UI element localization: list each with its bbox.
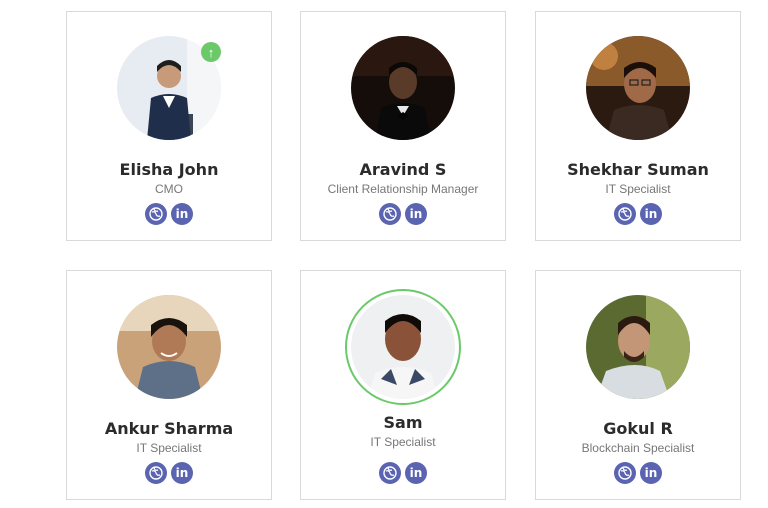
- globe-icon: [618, 466, 632, 480]
- linkedin-icon: in: [409, 466, 423, 480]
- website-link[interactable]: [379, 203, 401, 225]
- member-name: Aravind S: [359, 160, 447, 179]
- social-links: in: [379, 203, 427, 225]
- linkedin-icon: in: [409, 207, 423, 221]
- linkedin-icon: in: [175, 466, 189, 480]
- member-role: CMO: [155, 182, 183, 196]
- team-card: Gokul R Blockchain Specialist in: [535, 270, 741, 500]
- member-role: IT Specialist: [605, 182, 671, 196]
- linkedin-link[interactable]: in: [405, 462, 427, 484]
- globe-icon: [149, 207, 163, 221]
- member-role: IT Specialist: [370, 435, 436, 449]
- social-links: in: [145, 462, 193, 484]
- social-links: in: [614, 203, 662, 225]
- website-link[interactable]: [145, 462, 167, 484]
- team-card: Ankur Sharma IT Specialist in: [66, 270, 272, 500]
- linkedin-icon: in: [644, 466, 658, 480]
- globe-icon: [383, 207, 397, 221]
- member-name: Gokul R: [603, 419, 673, 438]
- team-card: Shekhar Suman IT Specialist in: [535, 11, 741, 241]
- avatar: [351, 36, 455, 140]
- linkedin-icon: in: [175, 207, 189, 221]
- website-link[interactable]: [614, 462, 636, 484]
- globe-icon: [149, 466, 163, 480]
- website-link[interactable]: [614, 203, 636, 225]
- avatar: [117, 295, 221, 399]
- linkedin-link[interactable]: in: [405, 203, 427, 225]
- linkedin-link[interactable]: in: [640, 203, 662, 225]
- arrow-up-icon: ↑: [207, 44, 215, 60]
- member-name: Shekhar Suman: [567, 160, 709, 179]
- linkedin-link[interactable]: in: [171, 462, 193, 484]
- website-link[interactable]: [379, 462, 401, 484]
- team-card: Aravind S Client Relationship Manager in: [300, 11, 506, 241]
- team-card-selected: Sam IT Specialist in: [300, 270, 506, 500]
- social-links: in: [614, 462, 662, 484]
- social-links: in: [145, 203, 193, 225]
- member-name: Elisha John: [119, 160, 219, 179]
- social-links: in: [379, 462, 427, 484]
- avatar: [586, 36, 690, 140]
- member-role: Blockchain Specialist: [581, 441, 695, 455]
- website-link[interactable]: [145, 203, 167, 225]
- linkedin-icon: in: [644, 207, 658, 221]
- avatar: [586, 295, 690, 399]
- member-role: IT Specialist: [136, 441, 202, 455]
- member-name: Ankur Sharma: [104, 419, 234, 438]
- avatar[interactable]: [345, 289, 461, 405]
- member-role: Client Relationship Manager: [327, 182, 479, 196]
- member-name: Sam: [383, 413, 423, 432]
- globe-icon: [383, 466, 397, 480]
- linkedin-link[interactable]: in: [640, 462, 662, 484]
- avatar-image: [351, 295, 455, 399]
- upload-photo-button[interactable]: ↑: [201, 42, 221, 62]
- team-card: ↑ Elisha John CMO in: [66, 11, 272, 241]
- globe-icon: [618, 207, 632, 221]
- linkedin-link[interactable]: in: [171, 203, 193, 225]
